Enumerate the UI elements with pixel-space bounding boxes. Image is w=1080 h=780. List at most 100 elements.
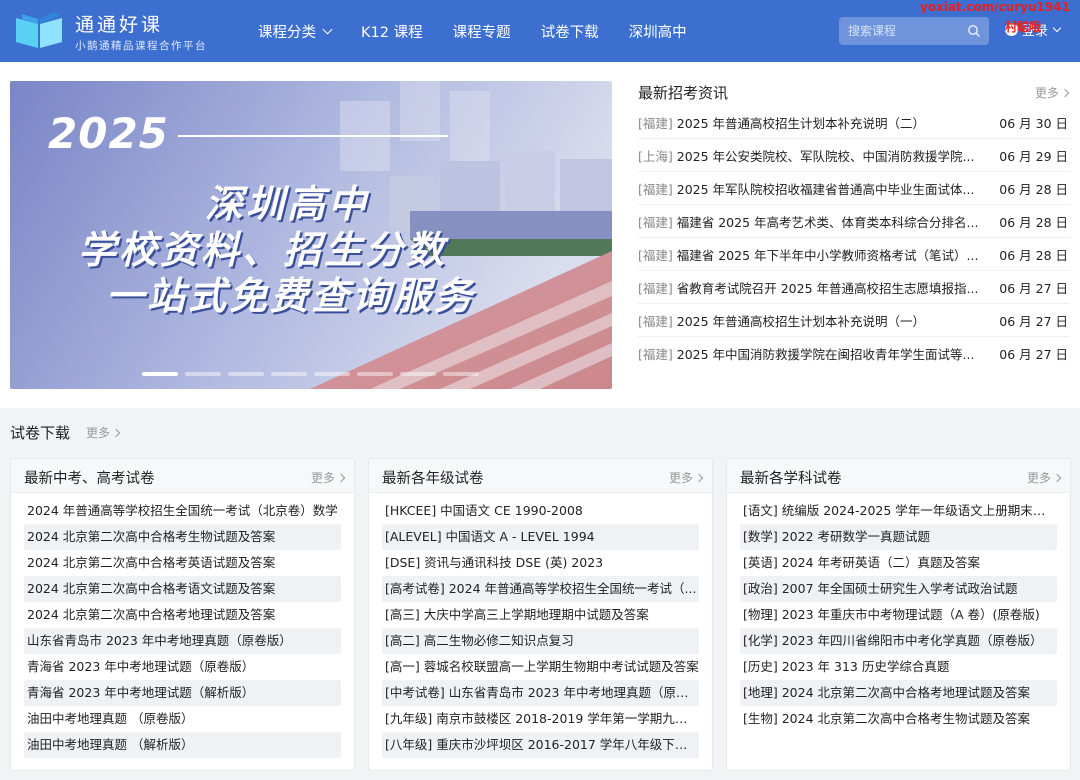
more-label: 更多 — [86, 426, 111, 440]
nav-paper-download[interactable]: 试卷下载 — [541, 21, 599, 42]
list-item[interactable]: 2024 北京第二次高中合格考生物试题及答案 — [24, 524, 341, 550]
watermark-text: 村聪哦 — [1005, 20, 1042, 34]
news-item[interactable]: [福建] 2025 年普通高校招生计划本补充说明（一） 06 月 27 日 — [638, 304, 1070, 337]
news-item[interactable]: [福建] 省教育考试院召开 2025 年普通高校招生志愿填报指... 06 月 2… — [638, 271, 1070, 304]
card-more-link[interactable]: 更多 — [1026, 469, 1062, 486]
brand-subtitle: 小鹅通精品课程合作平台 — [75, 40, 207, 52]
list-item[interactable]: 2024 北京第二次高中合格考地理试题及答案 — [24, 602, 341, 628]
carousel-dot[interactable] — [142, 372, 178, 376]
card-subject-papers: 最新各学科试卷 更多 [语文] 统编版 2024-2025 学年一年级语文上册期… — [726, 458, 1071, 771]
list-item[interactable]: [生物] 2024 北京第二次高中合格考生物试题及答案 — [740, 706, 1057, 732]
list-item[interactable]: [语文] 统编版 2024-2025 学年一年级语文上册期末末... — [740, 498, 1057, 524]
list-item[interactable]: [高考试卷] 2024 年普通高等学校招生全国统一考试（... — [382, 576, 699, 602]
more-label: 更多 — [310, 471, 335, 485]
news-date: 06 月 27 日 — [999, 280, 1068, 296]
list-item[interactable]: [化学] 2023 年四川省绵阳市中考化学真题（原卷版） — [740, 628, 1057, 654]
list-item[interactable]: [历史] 2023 年 313 历史学综合真题 — [740, 654, 1057, 680]
news-item[interactable]: [福建] 2025 年普通高校招生计划本补充说明（二） 06 月 30 日 — [638, 106, 1070, 139]
news-region-tag: [福建] — [638, 214, 673, 230]
news-headline: 2025 年军队院校招收福建省普通高中毕业生面试体... — [676, 181, 975, 197]
news-date: 06 月 28 日 — [999, 247, 1068, 263]
news-region-tag: [上海] — [638, 148, 673, 164]
list-item[interactable]: [高二] 高二生物必修二知识点复习 — [382, 628, 699, 654]
nav-k12-courses[interactable]: K12 课程 — [361, 21, 423, 42]
list-item[interactable]: [物理] 2023 年重庆市中考物理试题（A 卷）(原卷版) — [740, 602, 1057, 628]
card-list: [语文] 统编版 2024-2025 学年一年级语文上册期末末... [数学] … — [727, 493, 1070, 732]
news-date: 06 月 28 日 — [999, 214, 1068, 230]
news-headline: 2025 年公安类院校、军队院校、中国消防救援学院... — [676, 148, 975, 164]
search-icon[interactable] — [967, 24, 981, 38]
news-region-tag: [福建] — [638, 313, 673, 329]
list-item[interactable]: [地理] 2024 北京第二次高中合格考地理试题及答案 — [740, 680, 1057, 706]
nav-course-category[interactable]: 课程分类 — [258, 21, 333, 42]
news-item[interactable]: [福建] 2025 年军队院校招收福建省普通高中毕业生面试体... 06 月 28… — [638, 172, 1070, 205]
list-item[interactable]: 油田中考地理真题 （解析版） — [24, 732, 341, 758]
list-item[interactable]: 2024 北京第二次高中合格考英语试题及答案 — [24, 550, 341, 576]
carousel-dot[interactable] — [228, 372, 264, 376]
carousel-dot[interactable] — [271, 372, 307, 376]
list-item[interactable]: 2024 北京第二次高中合格考语文试题及答案 — [24, 576, 341, 602]
news-region-tag: [福建] — [638, 247, 673, 263]
section-title: 最新招考资讯 — [638, 84, 729, 102]
nav-label: K12 课程 — [361, 24, 423, 41]
list-item[interactable]: [HKCEE] 中国语文 CE 1990-2008 — [382, 498, 699, 524]
list-item[interactable]: [八年级] 重庆市沙坪坝区 2016-2017 学年八年级下期... — [382, 732, 699, 758]
brand-title[interactable]: 通通好课 — [75, 10, 163, 37]
nav-label: 深圳高中 — [628, 24, 687, 41]
list-item[interactable]: [中考试卷] 山东省青岛市 2023 年中考地理真题（原卷... — [382, 680, 699, 706]
carousel-dot[interactable] — [357, 372, 393, 376]
list-item[interactable]: 青海省 2023 年中考地理试题（原卷版） — [24, 654, 341, 680]
card-latest-exam-papers: 最新中考、高考试卷 更多 2024 年普通高等学校招生全国统一考试（北京卷）数学… — [10, 458, 355, 771]
list-item[interactable]: [九年级] 南京市鼓楼区 2018-2019 学年第一学期九年... — [382, 706, 699, 732]
list-item[interactable]: [政治] 2007 年全国硕士研究生入学考试政治试题 — [740, 576, 1057, 602]
carousel-dot[interactable] — [443, 372, 479, 376]
carousel-dot[interactable] — [400, 372, 436, 376]
card-more-link[interactable]: 更多 — [669, 469, 704, 486]
search-box — [839, 17, 989, 45]
chevron-down-icon — [322, 24, 333, 34]
news-item[interactable]: [福建] 福建省 2025 年下半年中小学教师资格考试（笔试）... 06 月 2… — [638, 238, 1070, 271]
card-list: 2024 年普通高等学校招生全国统一考试（北京卷）数学 2024 北京第二次高中… — [11, 493, 354, 758]
carousel-dot[interactable] — [185, 372, 221, 376]
news-date: 06 月 29 日 — [999, 148, 1068, 164]
nav-shenzhen-high-school[interactable]: 深圳高中 — [629, 21, 687, 42]
list-item[interactable]: [高一] 蓉城名校联盟高一上学期生物期中考试试题及答案 — [382, 654, 699, 680]
news-item[interactable]: [上海] 2025 年公安类院校、军队院校、中国消防救援学院... 06 月 29… — [638, 139, 1070, 172]
list-item[interactable]: 2024 年普通高等学校招生全国统一考试（北京卷）数学 — [24, 498, 341, 524]
card-header: 最新各年级试卷 更多 — [369, 459, 712, 493]
banner-divider — [178, 135, 448, 137]
banner-year: 2025 — [48, 109, 169, 158]
list-item[interactable]: [数学] 2022 考研数学一真题试题 — [740, 524, 1057, 550]
card-more-link[interactable]: 更多 — [310, 469, 346, 486]
book-logo-icon[interactable] — [14, 10, 64, 50]
more-label: 更多 — [1026, 471, 1051, 485]
news-headline: 省教育考试院召开 2025 年普通高校招生志愿填报指... — [676, 280, 978, 296]
news-date: 06 月 30 日 — [999, 115, 1068, 131]
news-item[interactable]: [福建] 福建省 2025 年高考艺术类、体育类本科综合分排名... 06 月 2… — [638, 205, 1070, 238]
list-item[interactable]: 青海省 2023 年中考地理试题（解析版） — [24, 680, 341, 706]
nav-course-topics[interactable]: 课程专题 — [453, 21, 511, 42]
promo-banner[interactable]: 2025 深圳高中 学校资料、招生分数 一站式免费查询服务 — [10, 81, 612, 389]
news-item[interactable]: [福建] 2025 年中国消防救援学院在闽招收青年学生面试等... 06 月 27… — [638, 337, 1070, 370]
papers-more-link[interactable]: 更多 — [86, 424, 121, 441]
news-region-tag: [福建] — [638, 181, 673, 197]
list-item[interactable]: 油田中考地理真题 （原卷版） — [24, 706, 341, 732]
news-more-link[interactable]: 更多 — [1035, 84, 1070, 101]
news-date: 06 月 28 日 — [999, 181, 1068, 197]
list-item[interactable]: [ALEVEL] 中国语文 A - LEVEL 1994 — [382, 524, 699, 550]
news-list: [福建] 2025 年普通高校招生计划本补充说明（二） 06 月 30 日 [上海… — [638, 106, 1070, 370]
card-title: 最新各学科试卷 — [740, 471, 842, 487]
list-item[interactable]: [英语] 2024 年考研英语（二）真题及答案 — [740, 550, 1057, 576]
news-date: 06 月 27 日 — [999, 313, 1068, 329]
nav-label: 课程专题 — [452, 24, 511, 41]
list-item[interactable]: 山东省青岛市 2023 年中考地理真题（原卷版） — [24, 628, 341, 654]
card-title: 最新各年级试卷 — [382, 471, 484, 487]
list-item[interactable]: [高三] 大庆中学高三上学期地理期中试题及答案 — [382, 602, 699, 628]
nav-label: 试卷下载 — [540, 24, 599, 41]
list-item[interactable]: [DSE] 资讯与通讯科技 DSE (英) 2023 — [382, 550, 699, 576]
news-date: 06 月 27 日 — [999, 347, 1068, 362]
search-input[interactable] — [839, 17, 964, 45]
carousel-dot[interactable] — [314, 372, 350, 376]
chevron-right-icon — [111, 428, 121, 437]
news-headline: 福建省 2025 年下半年中小学教师资格考试（笔试）... — [676, 247, 978, 263]
